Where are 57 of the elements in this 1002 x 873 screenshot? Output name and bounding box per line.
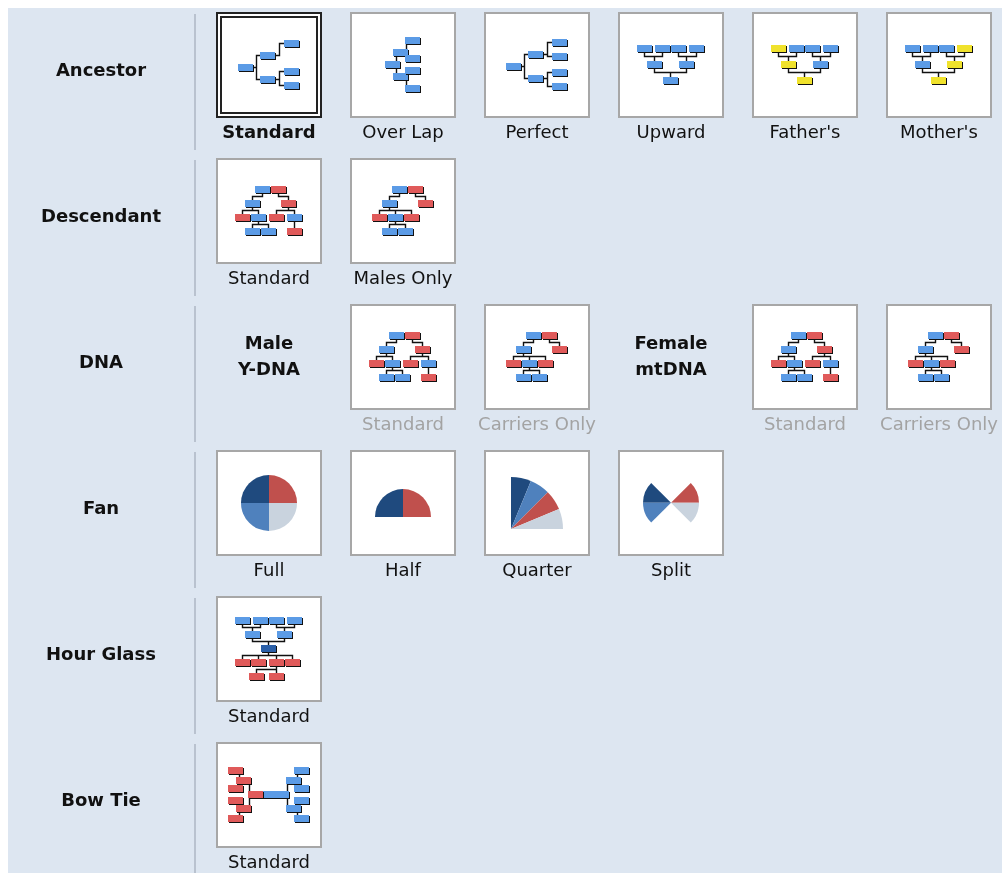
half-pie-icon bbox=[374, 488, 432, 518]
option-label: Standard bbox=[222, 120, 316, 144]
split-pie-icon bbox=[642, 482, 700, 524]
option-label: Standard bbox=[228, 704, 310, 728]
option-label: Split bbox=[651, 558, 691, 582]
diagram-option-button[interactable] bbox=[618, 450, 724, 556]
diagram-option-button[interactable] bbox=[350, 158, 456, 264]
fan-icon bbox=[510, 476, 564, 530]
ancestor-tree-icon bbox=[237, 39, 301, 91]
diagram-option-button[interactable] bbox=[216, 742, 322, 848]
sub-heading: Female mtDNA bbox=[633, 331, 709, 381]
group-label: Bow Tie bbox=[61, 788, 141, 812]
pie-icon bbox=[240, 474, 298, 532]
ancestor-tree-icon bbox=[636, 44, 706, 86]
group-label: Hour Glass bbox=[46, 642, 156, 666]
diagram-option-button[interactable] bbox=[484, 450, 590, 556]
sub-heading: Male Y-DNA bbox=[237, 331, 301, 381]
diagram-option-button[interactable] bbox=[752, 12, 858, 118]
descendant-tree-icon bbox=[371, 185, 435, 237]
option-label: Standard bbox=[228, 266, 310, 290]
ancestor-tree-icon bbox=[384, 36, 422, 94]
option-label: Standard bbox=[764, 412, 846, 436]
descendant-tree-icon bbox=[368, 331, 438, 383]
option-label: Standard bbox=[228, 850, 310, 873]
ancestor-tree-icon bbox=[505, 38, 569, 92]
option-label: Males Only bbox=[353, 266, 453, 290]
option-label: Quarter bbox=[502, 558, 572, 582]
diagram-option-button[interactable] bbox=[886, 12, 992, 118]
diagram-option-button[interactable] bbox=[216, 158, 322, 264]
diagram-option-button[interactable] bbox=[216, 596, 322, 702]
group-label: DNA bbox=[79, 350, 123, 374]
option-label: Carriers Only bbox=[880, 412, 998, 436]
group-label: Descendant bbox=[41, 204, 161, 228]
option-label: Father's bbox=[769, 120, 841, 144]
option-label: Carriers Only bbox=[478, 412, 596, 436]
option-label: Upward bbox=[636, 120, 706, 144]
ancestor-tree-icon bbox=[770, 44, 840, 86]
group-label: Fan bbox=[82, 496, 120, 520]
option-label: Full bbox=[253, 558, 285, 582]
bow-tie-tree-icon bbox=[227, 766, 311, 824]
diagram-option-button[interactable] bbox=[216, 12, 322, 118]
option-label: Perfect bbox=[505, 120, 569, 144]
descendant-tree-icon bbox=[234, 185, 304, 237]
option-label: Over Lap bbox=[362, 120, 444, 144]
hourglass-tree-icon bbox=[234, 616, 304, 682]
descendant-tree-icon bbox=[770, 331, 840, 383]
option-label: Half bbox=[385, 558, 421, 582]
diagram-option-button[interactable] bbox=[216, 450, 322, 556]
option-label: Mother's bbox=[900, 120, 978, 144]
group-label: Ancestor bbox=[55, 58, 147, 82]
diagram-option-button[interactable] bbox=[618, 12, 724, 118]
diagram-option-button[interactable] bbox=[350, 450, 456, 556]
option-label: Standard bbox=[362, 412, 444, 436]
descendant-tree-icon bbox=[907, 331, 971, 383]
descendant-tree-icon bbox=[505, 331, 569, 383]
diagram-option-button[interactable] bbox=[484, 12, 590, 118]
ancestor-tree-icon bbox=[904, 44, 974, 86]
